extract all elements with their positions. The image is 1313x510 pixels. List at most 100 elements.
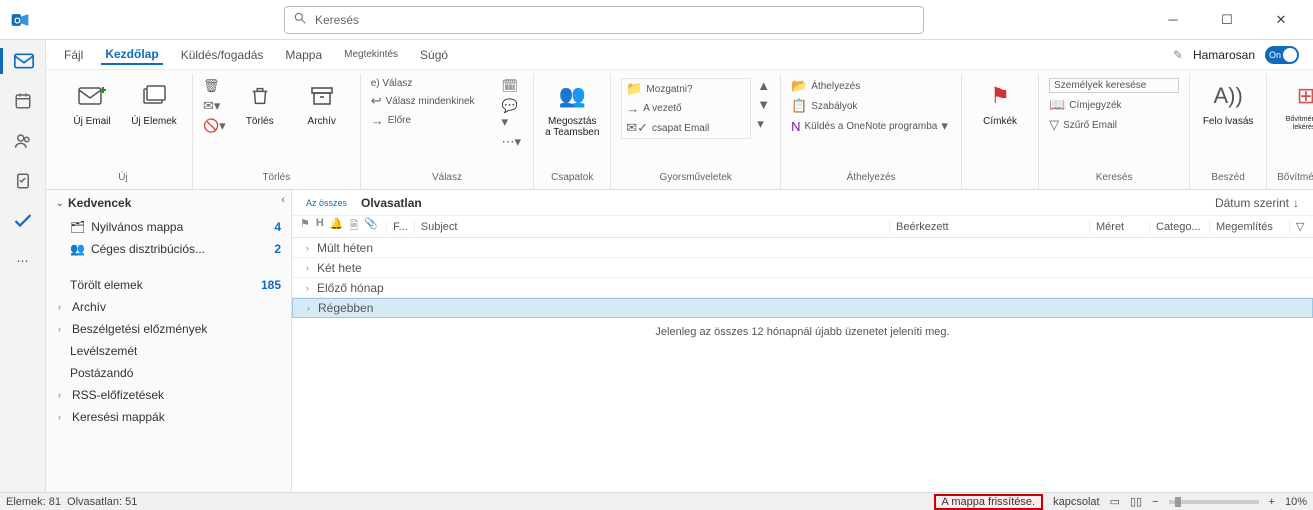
rail-more-icon[interactable]: ⋯ xyxy=(7,248,39,274)
folder-icon: 📁 xyxy=(626,81,642,97)
junk-button[interactable]: 🚫▾ xyxy=(203,118,226,134)
rail-calendar-icon[interactable] xyxy=(7,88,39,114)
folder-archive[interactable]: ›Archív xyxy=(46,296,291,318)
col-attach-icon[interactable]: 📎 xyxy=(364,217,378,236)
im-icon[interactable]: 💬▾ xyxy=(501,98,523,130)
search-people-input[interactable]: Személyek keresése xyxy=(1049,78,1179,93)
onenote-button[interactable]: NKüldés a OneNote programba▾ xyxy=(791,118,951,134)
quick-up-icon[interactable]: ▲ xyxy=(757,78,770,93)
tab-help[interactable]: Súgó xyxy=(416,46,452,64)
onenote-icon: N xyxy=(791,119,800,134)
group-new-label: Új xyxy=(118,170,127,187)
public-folder-icon: 🗂 xyxy=(70,220,85,234)
quick-expand-icon[interactable]: ▾ xyxy=(757,116,770,132)
view-normal-icon[interactable]: ▭ xyxy=(1110,495,1120,508)
rail-tasks-icon[interactable] xyxy=(7,168,39,194)
trash-icon xyxy=(249,78,271,114)
col-reminder-icon[interactable]: 🔔 xyxy=(330,217,344,236)
sort-by-date[interactable]: Dátum szerint↓ xyxy=(1215,196,1299,210)
get-addins-button[interactable]: ⊞Bővítmények lekérése xyxy=(1278,78,1313,131)
rail-todo-icon[interactable] xyxy=(7,208,39,234)
folder-collapse-icon[interactable]: ‹ xyxy=(281,194,285,206)
folder-outbox[interactable]: Postázandó xyxy=(46,362,291,384)
zoom-slider[interactable] xyxy=(1169,500,1259,504)
tab-file[interactable]: Fájl xyxy=(60,46,87,64)
folder-deleted[interactable]: Törölt elemek185 xyxy=(46,274,291,296)
col-icon[interactable]: 🗎 xyxy=(350,217,359,236)
filter-all[interactable]: Az összes xyxy=(306,198,347,208)
search-icon xyxy=(293,11,307,28)
col-received[interactable]: Beérkezett xyxy=(889,221,1089,233)
quick-down-icon[interactable]: ▼ xyxy=(757,97,770,112)
col-size[interactable]: Méret xyxy=(1089,221,1149,233)
svg-text:O: O xyxy=(14,15,21,25)
col-importance-icon[interactable]: ⚑ xyxy=(300,217,310,236)
filter-icon: ▽ xyxy=(1049,117,1059,133)
folder-public[interactable]: 🗂Nyilvános mappa4 xyxy=(46,216,291,238)
new-email-button[interactable]: Új Email xyxy=(64,78,120,127)
col-h-icon[interactable]: H xyxy=(316,217,324,236)
meeting-icon[interactable]: 🗓 xyxy=(501,78,523,94)
close-button[interactable]: ✕ xyxy=(1263,6,1299,34)
move-button[interactable]: 📂Áthelyezés xyxy=(791,78,951,94)
read-aloud-icon: A)) xyxy=(1213,78,1242,114)
tags-button[interactable]: ⚑Címkék xyxy=(972,78,1028,127)
group-two-weeks[interactable]: ›Két hete xyxy=(292,258,1313,278)
view-reading-icon[interactable]: ▯▯ xyxy=(1130,495,1142,508)
more-respond-icon[interactable]: ⋯▾ xyxy=(501,134,523,150)
col-mention[interactable]: Megemlítés xyxy=(1209,221,1289,233)
filter-email-button[interactable]: ▽Szűrő Email xyxy=(1049,117,1179,133)
delete-button[interactable]: Törlés xyxy=(232,78,288,127)
folder-search[interactable]: ›Keresési mappák xyxy=(46,406,291,428)
new-items-button[interactable]: Új Elemek xyxy=(126,78,182,127)
col-from[interactable]: F... xyxy=(386,221,414,233)
archive-button[interactable]: Archív xyxy=(294,78,350,127)
tab-home[interactable]: Kezdőlap xyxy=(101,45,162,65)
group-last-month[interactable]: ›Előző hónap xyxy=(292,278,1313,298)
search-input[interactable]: Keresés xyxy=(284,6,924,34)
share-teams-button[interactable]: 👥Megosztás a Teamsben xyxy=(544,78,600,138)
address-book-button[interactable]: 📖Címjegyzék xyxy=(1049,97,1179,113)
folder-conversation[interactable]: ›Beszélgetési előzmények xyxy=(46,318,291,340)
coming-soon-toggle[interactable]: On xyxy=(1265,46,1299,64)
forward-button[interactable]: →Előre xyxy=(371,113,496,128)
quick-moveto[interactable]: 📁Mozgatni? xyxy=(626,81,746,97)
minimize-button[interactable]: ─ xyxy=(1155,6,1191,34)
tab-folder[interactable]: Mappa xyxy=(281,46,326,64)
status-update-folder[interactable]: A mappa frissítése. xyxy=(934,494,1044,510)
zoom-in-icon[interactable]: + xyxy=(1269,496,1275,508)
quick-team-email[interactable]: ✉✓csapat Email xyxy=(626,120,746,136)
outlook-logo-icon: O xyxy=(6,6,34,34)
rail-people-icon[interactable] xyxy=(7,128,39,154)
quick-manager[interactable]: →A vezető xyxy=(626,101,746,116)
zoom-out-icon[interactable]: − xyxy=(1152,496,1158,508)
sort-down-icon: ↓ xyxy=(1293,196,1299,210)
group-speech-label: Beszéd xyxy=(1211,170,1244,187)
arrow-icon: → xyxy=(626,101,639,116)
cleanup-button[interactable]: ✉▾ xyxy=(203,98,226,114)
group-older[interactable]: ›Régebben xyxy=(292,298,1313,318)
mail-check-icon: ✉✓ xyxy=(626,120,648,136)
group-find-label: Keresés xyxy=(1096,170,1133,187)
tab-view[interactable]: Megtekintés xyxy=(340,47,402,62)
group-last-week[interactable]: ›Múlt héten xyxy=(292,238,1313,258)
rules-icon: 📋 xyxy=(791,98,807,114)
favorites-header[interactable]: ⌄Kedvencek xyxy=(46,190,291,216)
maximize-button[interactable]: ☐ xyxy=(1209,6,1245,34)
read-aloud-button[interactable]: A))Felo lvasás xyxy=(1200,78,1256,127)
folder-distribution[interactable]: 👥Céges disztribúciós...2 xyxy=(46,238,291,260)
folder-junk[interactable]: Levélszemét xyxy=(46,340,291,362)
reply-all-button[interactable]: ↩Válasz mindenkinek xyxy=(371,93,496,109)
col-flag-icon[interactable]: ▽ xyxy=(1296,221,1304,233)
move-icon: 📂 xyxy=(791,78,807,94)
tab-send-receive[interactable]: Küldés/fogadás xyxy=(177,46,268,64)
rules-button[interactable]: 📋Szabályok xyxy=(791,98,951,114)
col-categories[interactable]: Catego... xyxy=(1149,221,1209,233)
folder-rss[interactable]: ›RSS-előfizetések xyxy=(46,384,291,406)
rail-mail-icon[interactable] xyxy=(0,48,45,74)
forward-icon: → xyxy=(371,113,384,128)
reply-button[interactable]: e) Válasz xyxy=(371,78,496,89)
ignore-button[interactable]: 🗑 xyxy=(203,78,226,94)
filter-unread[interactable]: Olvasatlan xyxy=(361,196,422,210)
col-subject[interactable]: Subject xyxy=(414,221,889,233)
